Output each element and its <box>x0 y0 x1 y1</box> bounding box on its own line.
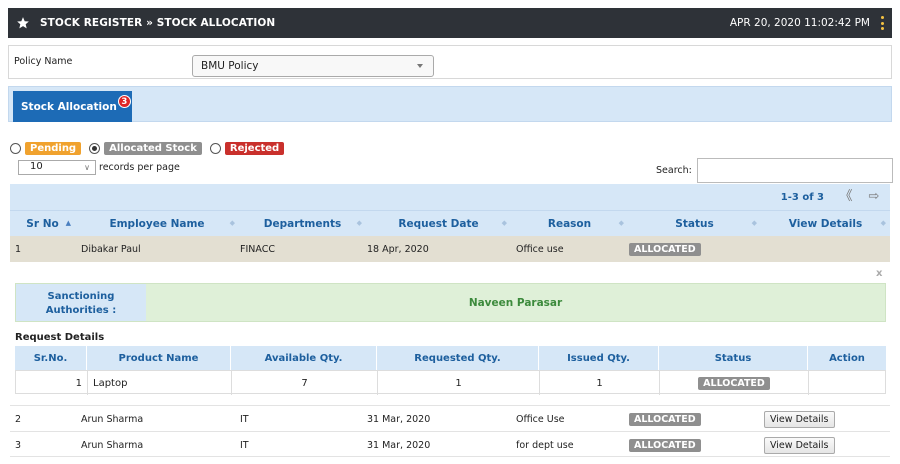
cell-dept: FINACC <box>240 243 275 255</box>
column-header-employee[interactable]: Employee Name ◆ <box>75 211 239 237</box>
rejected-label[interactable]: Rejected <box>224 141 285 155</box>
rd-status-badge: ALLOCATED <box>698 376 770 390</box>
allocated-radio[interactable] <box>89 142 101 154</box>
close-icon[interactable]: x <box>876 268 882 279</box>
cell-dept: IT <box>240 413 249 425</box>
cell-sr: 1 <box>15 243 22 255</box>
policy-label: Policy Name <box>14 56 73 67</box>
sort-icon: ◆ <box>229 219 235 227</box>
rd-col-status: Status <box>659 346 808 370</box>
rd-action <box>809 371 885 395</box>
search-input[interactable] <box>696 158 893 183</box>
status-badge: ALLOCATED <box>629 242 701 256</box>
tab-count-badge: 3 <box>117 95 131 108</box>
column-header-sr-no[interactable]: Sr No ▲ <box>10 211 75 237</box>
cell-date: 18 Apr, 2020 <box>367 243 429 255</box>
caret-down-icon <box>417 64 423 68</box>
rd-requested: 1 <box>378 371 540 395</box>
column-header-status[interactable]: Status ◆ <box>628 211 761 237</box>
cell-sr: 3 <box>15 439 22 451</box>
status-filters: Pending Allocated Stock Rejected <box>10 140 292 156</box>
table-row[interactable]: 1 Dibakar Paul FINACC 18 Apr, 2020 Offic… <box>10 236 890 262</box>
pending-radio[interactable] <box>10 142 21 154</box>
sanctioning-authorities: Sanctioning Authorities : Naveen Parasar <box>15 283 886 322</box>
pending-label[interactable]: Pending <box>25 141 82 155</box>
page-info: 1-3 of 3 <box>780 192 824 203</box>
column-header-departments[interactable]: Departments ◆ <box>239 211 366 237</box>
arrow-right-icon[interactable]: ⇨ <box>864 188 884 206</box>
datetime: APR 20, 2020 11:02:42 PM <box>729 17 870 29</box>
rd-col-sr: Sr.No. <box>15 346 87 370</box>
rd-col-product: Product Name <box>87 346 231 370</box>
table-row[interactable]: 3 Arun Sharma IT 31 Mar, 2020 for dept u… <box>10 431 890 457</box>
tab-stock-allocation[interactable]: Stock Allocation 3 <box>13 91 132 122</box>
request-details-header: Sr.No. Product Name Available Qty. Reque… <box>15 346 886 370</box>
top-bar: STOCK REGISTER » STOCK ALLOCATION APR 20… <box>8 8 892 38</box>
sort-icon: ◆ <box>501 219 507 227</box>
tab-label: Stock Allocation <box>21 100 117 113</box>
policy-select[interactable]: BMU Policy <box>192 55 434 77</box>
sort-icon: ◆ <box>751 219 757 227</box>
sanctioning-name: Naveen Parasar <box>468 296 563 309</box>
policy-panel: Policy Name BMU Policy <box>8 45 892 79</box>
per-page-control: 10 ∨ records per page <box>18 160 180 175</box>
cell-dept: IT <box>240 439 249 451</box>
table-row[interactable]: 2 Arun Sharma IT 31 Mar, 2020 Office Use… <box>10 405 890 431</box>
search-label: Search: <box>656 165 692 176</box>
pagination-bar: 1-3 of 3 《 ⇨ <box>10 184 890 210</box>
sort-asc-icon: ▲ <box>65 219 71 227</box>
rd-issued: 1 <box>540 371 660 395</box>
cell-reason: Office Use <box>516 413 565 425</box>
rd-col-requested: Requested Qty. <box>377 346 539 370</box>
rd-col-issued: Issued Qty. <box>539 346 659 370</box>
page-title: STOCK REGISTER » STOCK ALLOCATION <box>40 17 276 29</box>
cell-employee: Dibakar Paul <box>81 243 141 255</box>
per-page-select[interactable]: 10 ∨ <box>18 160 96 175</box>
cell-employee: Arun Sharma <box>81 439 144 451</box>
cell-date: 31 Mar, 2020 <box>367 439 431 451</box>
rd-product: Laptop <box>88 371 232 395</box>
view-details-button[interactable]: View Details <box>764 410 835 428</box>
sort-icon: ◆ <box>356 219 362 227</box>
cell-sr: 2 <box>15 413 22 425</box>
cell-date: 31 Mar, 2020 <box>367 413 431 425</box>
double-chevron-left-icon[interactable]: 《 <box>836 188 856 206</box>
rd-col-available: Available Qty. <box>231 346 377 370</box>
search-control: Search: <box>656 158 893 183</box>
cell-employee: Arun Sharma <box>81 413 144 425</box>
policy-select-value: BMU Policy <box>201 60 259 72</box>
per-page-value: 10 <box>30 161 43 172</box>
rd-sr: 1 <box>16 371 88 395</box>
chevron-down-icon: ∨ <box>84 163 90 172</box>
allocated-label[interactable]: Allocated Stock <box>104 141 202 155</box>
sort-icon: ◆ <box>618 219 624 227</box>
rd-available: 7 <box>232 371 378 395</box>
status-badge: ALLOCATED <box>629 412 701 426</box>
cell-reason: Office use <box>516 243 564 255</box>
table-header: Sr No ▲ Employee Name ◆ Departments ◆ Reque… <box>10 210 890 236</box>
column-header-view-details[interactable]: View Details ◆ <box>761 211 890 237</box>
sort-icon: ◆ <box>880 219 886 227</box>
request-details-title: Request Details <box>15 332 105 343</box>
status-badge: ALLOCATED <box>629 438 701 452</box>
sanctioning-label: Sanctioning Authorities : <box>16 284 146 321</box>
star-icon <box>17 17 29 29</box>
kebab-icon[interactable] <box>881 16 885 30</box>
cell-reason: for dept use <box>516 439 574 451</box>
rd-col-action: Action <box>829 352 865 364</box>
request-details-row: 1 Laptop 7 1 1 ALLOCATED <box>15 370 886 395</box>
view-details-button[interactable]: View Details <box>764 436 835 454</box>
tab-bar: Stock Allocation 3 <box>8 86 892 122</box>
per-page-label: records per page <box>99 162 180 173</box>
column-header-reason[interactable]: Reason ◆ <box>511 211 628 237</box>
column-header-request-date[interactable]: Request Date ◆ <box>366 211 511 237</box>
rejected-radio[interactable] <box>209 142 221 154</box>
